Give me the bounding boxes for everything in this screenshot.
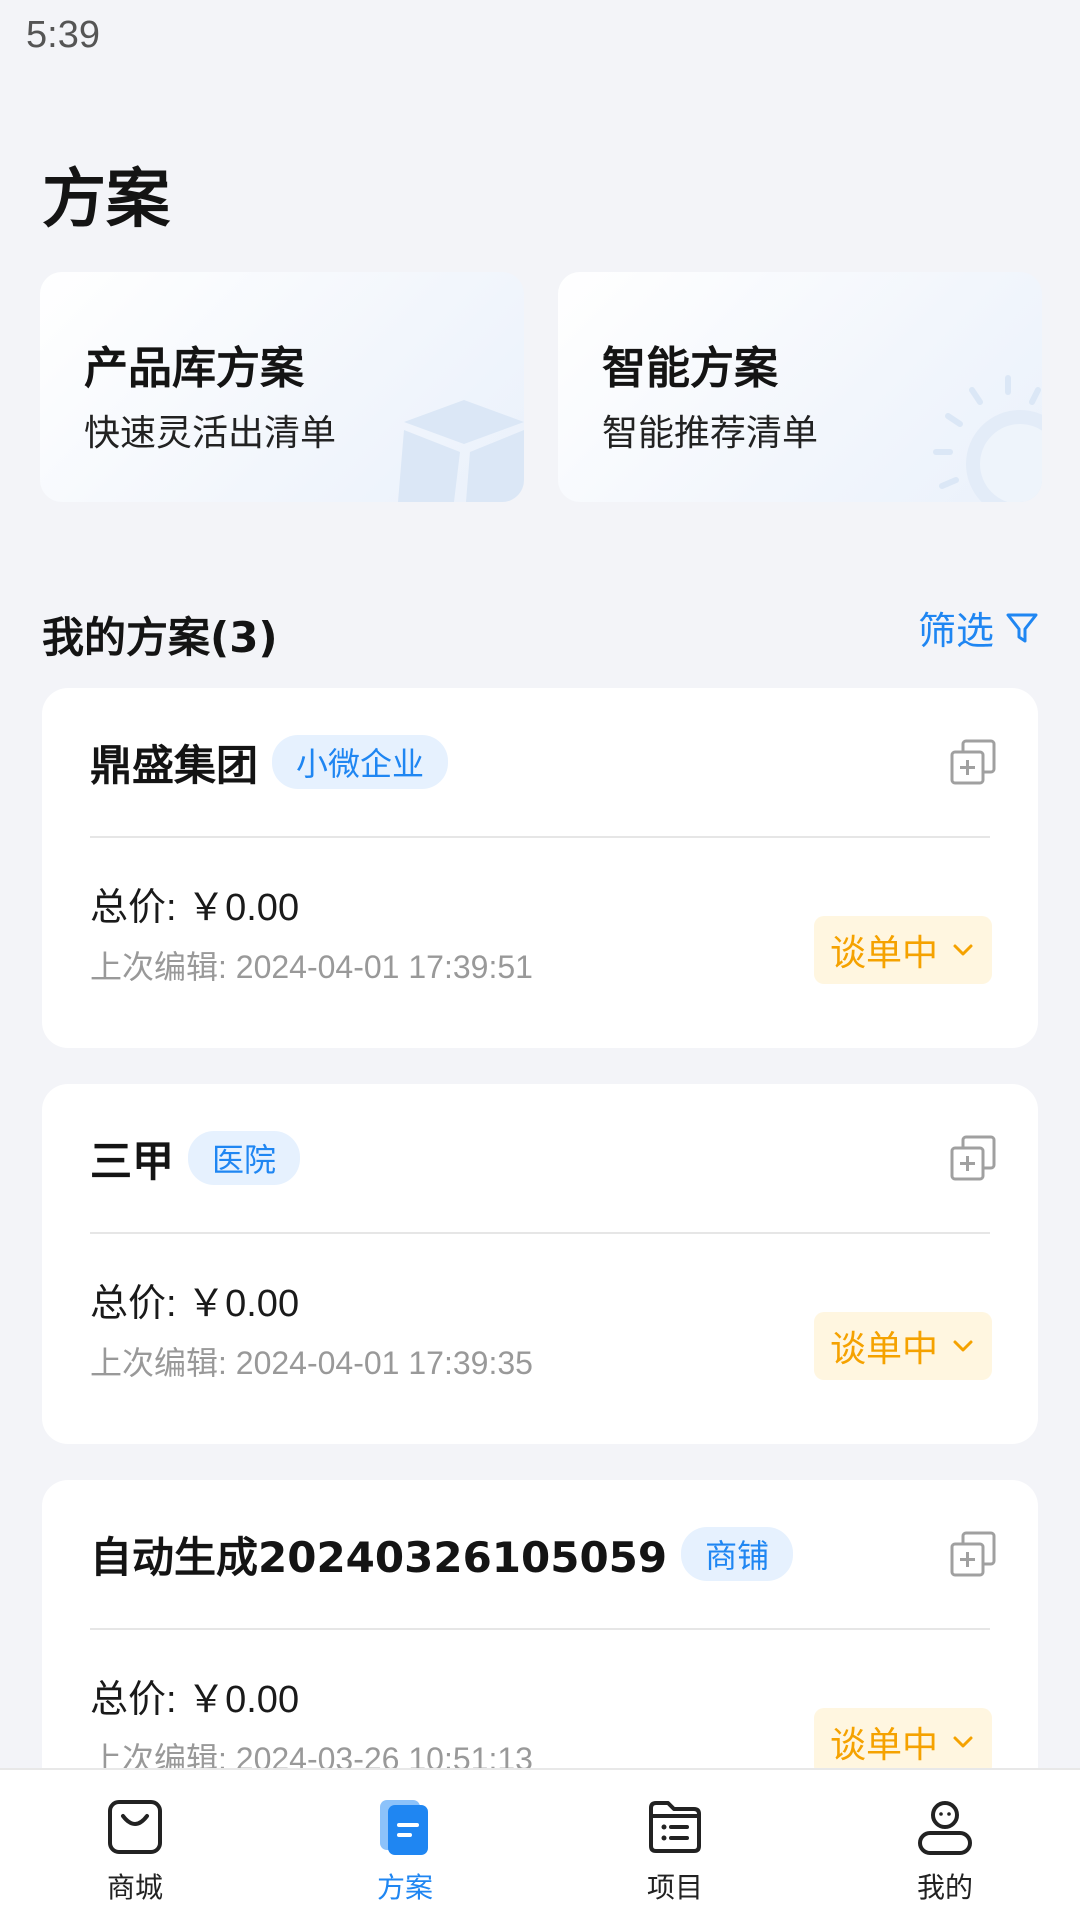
plan-category-tag: 医院: [188, 1131, 301, 1185]
plan-total-price: 总价: ￥0.00: [90, 887, 300, 929]
copy-icon[interactable]: [948, 1530, 998, 1580]
chevron-down-icon: [953, 1340, 973, 1352]
plan-status-label: 谈单中: [829, 1725, 938, 1766]
lightbulb-icon: [933, 375, 1042, 502]
plan-card[interactable]: 鼎盛集团 小微企业 总价: ￥0.00 上次编辑: 2024-04-01 17:…: [42, 688, 1038, 1048]
plan-card[interactable]: 三甲 医院 总价: ￥0.00 上次编辑: 2024-04-01 17:39:3…: [42, 1084, 1038, 1444]
person-icon: [918, 1801, 972, 1855]
shopping-bag-icon: [108, 1800, 162, 1854]
copy-icon[interactable]: [948, 738, 998, 788]
entry-card-subtitle: 快速灵活出清单: [84, 413, 337, 454]
plan-last-edited: 上次编辑: 2024-04-01 17:39:35: [90, 1345, 533, 1381]
plan-status-dropdown[interactable]: 谈单中: [813, 916, 992, 984]
plan-name: 鼎盛集团: [90, 740, 259, 790]
plan-total-price: 总价: ￥0.00: [90, 1283, 300, 1325]
tab-plans[interactable]: 方案: [270, 1770, 540, 1920]
chevron-down-icon: [953, 1736, 973, 1748]
plan-name: 三甲: [90, 1136, 175, 1186]
tab-label: 我的: [916, 1871, 973, 1904]
smart-plan-card[interactable]: 智能方案 智能推荐清单: [558, 272, 1042, 502]
tab-mall[interactable]: 商城: [0, 1770, 270, 1920]
status-bar-time: 5:39: [26, 14, 100, 56]
plan-category-tag: 商铺: [681, 1527, 794, 1581]
filter-label: 筛选: [917, 609, 994, 653]
plan-status-label: 谈单中: [829, 1329, 938, 1370]
tab-projects[interactable]: 项目: [540, 1770, 810, 1920]
divider: [90, 1628, 990, 1630]
divider: [90, 1232, 990, 1234]
divider: [90, 836, 990, 838]
tab-label: 项目: [646, 1871, 703, 1904]
chevron-down-icon: [953, 944, 973, 956]
filter-button[interactable]: 筛选: [918, 600, 1040, 655]
plan-status-dropdown[interactable]: 谈单中: [813, 1312, 992, 1380]
entry-card-title: 产品库方案: [84, 343, 304, 394]
tab-me[interactable]: 我的: [810, 1770, 1080, 1920]
plan-status-label: 谈单中: [829, 933, 938, 974]
tab-label: 商城: [106, 1871, 163, 1904]
plan-last-edited: 上次编辑: 2024-04-01 17:39:51: [90, 949, 533, 985]
bottom-tab-bar: 商城 方案 项目 我的: [0, 1768, 1080, 1920]
plan-name: 自动生成20240326105059: [90, 1532, 668, 1582]
page-title: 方案: [42, 163, 170, 237]
folder-list-icon: [649, 1801, 701, 1853]
entry-card-title: 智能方案: [602, 343, 778, 394]
product-library-plan-card[interactable]: 产品库方案 快速灵活出清单: [40, 272, 524, 502]
tab-label: 方案: [376, 1871, 433, 1904]
my-plans-title: 我的方案(3): [42, 613, 278, 662]
cube-icon: [398, 400, 524, 502]
copy-icon[interactable]: [948, 1134, 998, 1184]
filter-funnel-icon: [1006, 613, 1038, 642]
plan-status-dropdown[interactable]: 谈单中: [813, 1708, 992, 1776]
plan-total-price: 总价: ￥0.00: [90, 1679, 300, 1721]
document-icon: [380, 1800, 428, 1855]
entry-card-subtitle: 智能推荐清单: [602, 413, 819, 454]
plan-category-tag: 小微企业: [272, 735, 449, 789]
